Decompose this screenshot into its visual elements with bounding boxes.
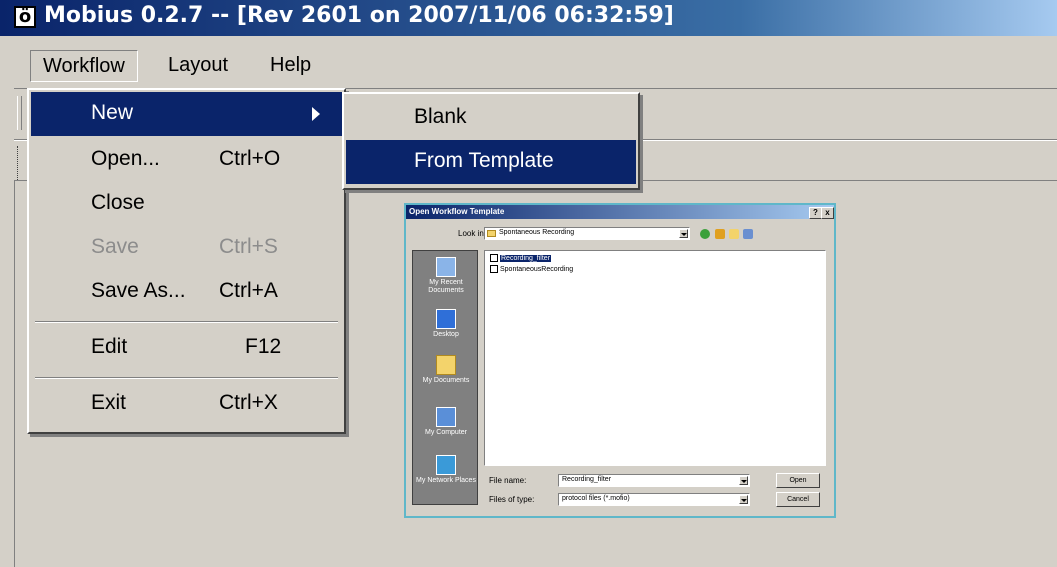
workflow-dropdown: New Open... Ctrl+O Close Save Ctrl+S Sav… [27, 88, 346, 434]
back-icon[interactable] [700, 229, 710, 239]
menu-separator [35, 321, 338, 323]
menu-item-label: New [91, 101, 134, 124]
new-folder-icon[interactable] [729, 229, 739, 239]
cancel-button[interactable]: Cancel [776, 492, 820, 507]
dialog-title-bar: Open Workflow Template [406, 205, 834, 219]
place-label: My Computer [424, 429, 467, 436]
submenu-item-label: Blank [414, 105, 467, 128]
menu-item-label: Edit [91, 335, 128, 358]
file-name: Recording_filter [500, 255, 552, 262]
menu-item-label: Save As... [91, 279, 186, 302]
menu-item-close[interactable]: Close [31, 182, 342, 226]
menu-item-exit[interactable]: Exit Ctrl+X [31, 382, 342, 426]
menu-item-shortcut: F12 [245, 335, 282, 358]
submenu-item-label: From Template [414, 149, 554, 172]
menu-item-shortcut: Ctrl+X [219, 391, 278, 414]
places-bar: My Recent Documents Desktop My Documents… [412, 250, 478, 505]
look-in-label: Look in: [458, 229, 487, 238]
place-desktop[interactable]: Desktop [413, 309, 479, 339]
menu-item-label: Close [91, 191, 145, 214]
chevron-down-icon[interactable] [679, 229, 688, 238]
menu-item-open[interactable]: Open... Ctrl+O [31, 138, 342, 182]
my-documents-icon [436, 355, 456, 375]
up-folder-icon[interactable] [715, 229, 725, 239]
menu-item-shortcut: Ctrl+A [219, 279, 278, 302]
client-left-edge [14, 180, 15, 567]
files-of-type-value: protocol files (*.mofio) [562, 495, 630, 502]
chevron-down-icon[interactable] [739, 476, 748, 485]
files-of-type-label: Files of type: [489, 495, 535, 504]
menu-layout[interactable]: Layout [156, 50, 240, 80]
place-recent[interactable]: My Recent Documents [413, 257, 479, 295]
open-template-dialog: Open Workflow Template ? x Look in: Spon… [404, 203, 836, 518]
recent-documents-icon [436, 257, 456, 277]
open-button[interactable]: Open [776, 473, 820, 488]
menu-item-label: Exit [91, 391, 127, 414]
file-name-input[interactable]: Recording_filter [558, 474, 750, 487]
file-item[interactable]: SpontaneousRecording [490, 265, 573, 275]
workflow-file-icon [490, 254, 498, 263]
view-menu-icon[interactable] [743, 229, 753, 239]
file-name-value: Recording_filter [562, 476, 612, 483]
my-computer-icon [436, 407, 456, 427]
menu-bar: Workflow Layout Help [14, 46, 1057, 84]
dialog-title: Open Workflow Template [409, 207, 505, 216]
toolbar-grip[interactable] [17, 96, 22, 130]
menu-item-save-as[interactable]: Save As... Ctrl+A [31, 270, 342, 314]
submenu-item-from-template[interactable]: From Template [346, 140, 636, 184]
file-name: SpontaneousRecording [500, 266, 574, 273]
menu-item-new[interactable]: New [31, 92, 342, 136]
submenu-item-blank[interactable]: Blank [346, 96, 636, 140]
look-in-select[interactable]: Spontaneous Recording [484, 227, 690, 240]
place-label: My Recent Documents [428, 279, 464, 294]
window-title: Mobius 0.2.7 -- [Rev 2601 on 2007/11/06 … [44, 3, 674, 28]
new-submenu: Blank From Template [342, 92, 640, 190]
submenu-arrow-icon [312, 107, 320, 121]
place-my-documents[interactable]: My Documents [413, 355, 479, 385]
place-label: My Network Places [416, 477, 476, 484]
place-label: Desktop [433, 331, 459, 338]
menu-help[interactable]: Help [258, 50, 323, 80]
menu-item-edit[interactable]: Edit F12 [31, 326, 342, 370]
menu-item-label: Save [91, 235, 139, 258]
file-list[interactable]: Recording_filter SpontaneousRecording [484, 250, 826, 466]
app-icon: ö [14, 6, 36, 28]
place-network[interactable]: My Network Places [413, 455, 479, 485]
menu-separator [35, 377, 338, 379]
menu-item-save: Save Ctrl+S [31, 226, 342, 270]
chevron-down-icon[interactable] [739, 495, 748, 504]
files-of-type-select[interactable]: protocol files (*.mofio) [558, 493, 750, 506]
desktop-icon [436, 309, 456, 329]
toolbar-grip-2[interactable] [17, 146, 21, 180]
workflow-file-icon [490, 265, 498, 274]
place-my-computer[interactable]: My Computer [413, 407, 479, 437]
title-bar: ö Mobius 0.2.7 -- [Rev 2601 on 2007/11/0… [0, 0, 1057, 36]
menu-item-shortcut: Ctrl+O [219, 147, 281, 170]
place-label: My Documents [422, 377, 470, 384]
folder-icon [487, 230, 496, 237]
file-name-label: File name: [489, 476, 527, 485]
dialog-close-button[interactable]: x [821, 207, 834, 219]
file-item[interactable]: Recording_filter [490, 254, 552, 264]
menu-item-label: Open... [91, 147, 160, 170]
network-places-icon [436, 455, 456, 475]
look-in-value: Spontaneous Recording [499, 229, 575, 236]
menu-item-shortcut: Ctrl+S [219, 235, 278, 258]
menu-workflow[interactable]: Workflow [30, 50, 138, 82]
